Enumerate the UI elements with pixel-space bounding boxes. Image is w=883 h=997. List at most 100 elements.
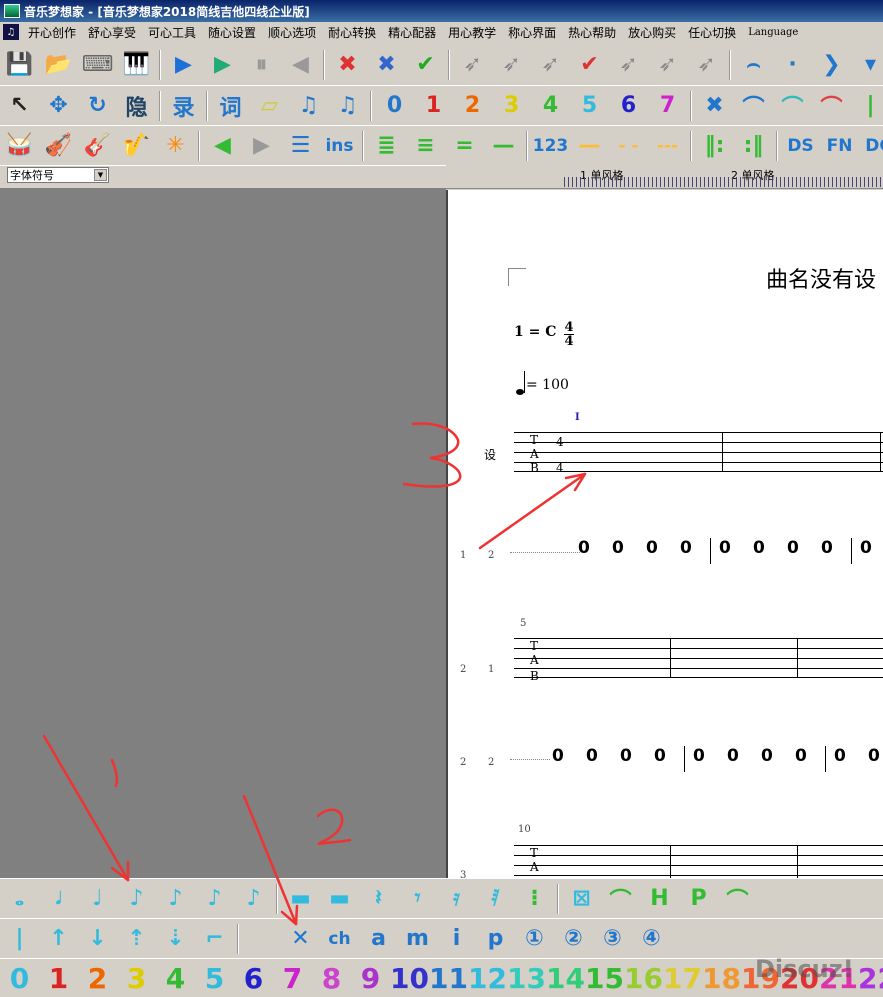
pause-icon[interactable]: ⏸ — [242, 46, 281, 84]
num-0-icon[interactable]: 0 — [375, 87, 414, 125]
num-3-icon[interactable]: 3 — [492, 87, 531, 125]
bar-line-icon[interactable]: | — [0, 920, 39, 958]
record-icon[interactable]: 录 — [164, 87, 203, 125]
menu-item-12[interactable]: Language — [742, 27, 804, 38]
string-3-icon[interactable]: ③ — [593, 920, 632, 958]
numbered-note[interactable]: 0 — [719, 538, 753, 564]
violin-icon[interactable]: 🎻 — [39, 127, 78, 165]
menu-item-8[interactable]: 称心界面 — [502, 24, 562, 41]
num-2-icon[interactable]: 2 — [453, 87, 492, 125]
numbered-note[interactable]: 0 — [787, 538, 821, 564]
fret-17-icon[interactable]: 17 — [663, 962, 702, 995]
sax-icon[interactable]: 🎷 — [117, 127, 156, 165]
num-1-icon[interactable]: 1 — [414, 87, 453, 125]
fret-3-icon[interactable]: 3 — [117, 962, 156, 995]
arc-icon[interactable]: ⌒ — [812, 87, 851, 125]
numbered-note[interactable]: 0 — [761, 746, 795, 772]
arrow-signal-4-icon[interactable]: ➶ — [609, 46, 648, 84]
ds-icon[interactable]: DS — [781, 127, 820, 165]
hide-icon[interactable]: 隐 — [117, 87, 156, 125]
fret-12-icon[interactable]: 12 — [468, 962, 507, 995]
menu-item-3[interactable]: 随心设置 — [202, 24, 262, 41]
thirty-second-rest-icon[interactable]: 𝅀 — [476, 880, 515, 918]
four-lines-icon[interactable]: ≣ — [367, 127, 406, 165]
beamed-notes-icon[interactable]: ♫ — [289, 87, 328, 125]
tab-staff-2[interactable] — [514, 638, 883, 678]
numbered-note[interactable]: 0 — [612, 538, 646, 564]
fret-5-icon[interactable]: 5 — [195, 962, 234, 995]
down-stroke-icon[interactable]: ↓ — [78, 920, 117, 958]
fret-14-icon[interactable]: 14 — [546, 962, 585, 995]
fret-2-icon[interactable]: 2 — [78, 962, 117, 995]
next-icon[interactable]: ❯ — [812, 46, 851, 84]
menu-item-2[interactable]: 可心工具 — [142, 24, 202, 41]
fret-7-icon[interactable]: 7 — [273, 962, 312, 995]
fret-1-icon[interactable]: 1 — [39, 962, 78, 995]
a-finger-icon[interactable]: a — [359, 920, 398, 958]
rewind-icon[interactable]: ◀ — [281, 46, 320, 84]
menu-item-4[interactable]: 顺心选项 — [262, 24, 322, 41]
numbered-notes-row-1[interactable]: 000000000 — [578, 538, 883, 564]
brush-icon[interactable]: ⌐ — [195, 920, 234, 958]
cross-icon[interactable]: ✖ — [695, 87, 734, 125]
numbered-note[interactable]: 0 — [552, 746, 586, 772]
sixteenth-rest-icon[interactable]: 𝄿 — [437, 880, 476, 918]
piano-icon[interactable]: 🎹 — [117, 46, 156, 84]
fret-13-icon[interactable]: 13 — [507, 962, 546, 995]
arrow-signal-5-icon[interactable]: ➶ — [648, 46, 687, 84]
numbered-note[interactable]: 0 — [834, 746, 868, 772]
numbered-note[interactable]: 0 — [680, 538, 710, 564]
slur-palette-icon[interactable]: ⌒ — [601, 880, 640, 918]
dropdown-icon[interactable]: ▾ — [851, 46, 883, 84]
spacer-icon[interactable] — [242, 920, 281, 958]
repeat-end-icon[interactable]: :‖ — [734, 127, 773, 165]
two-lines-icon[interactable]: = — [445, 127, 484, 165]
fret-18-icon[interactable]: 18 — [702, 962, 741, 995]
grace-dots-icon[interactable]: ⁝ — [515, 880, 554, 918]
num-4-icon[interactable]: 4 — [531, 87, 570, 125]
left-arrow-icon[interactable]: ◀ — [203, 127, 242, 165]
measure-box-icon[interactable]: ⊠ — [562, 880, 601, 918]
numbered-note[interactable]: 0 — [620, 746, 654, 772]
font-symbol-select[interactable]: 字体符号 ▼ — [7, 167, 109, 183]
arpeggio-up-icon[interactable]: ⇡ — [117, 920, 156, 958]
p-finger-icon[interactable]: p — [476, 920, 515, 958]
numbered-note[interactable]: 0 — [753, 538, 787, 564]
loop-icon[interactable]: ⌢ — [734, 46, 773, 84]
check-icon[interactable]: ✔ — [406, 46, 445, 84]
tab-staff-1[interactable] — [514, 432, 883, 472]
quarter-note-icon[interactable]: ♩ — [78, 880, 117, 918]
delete-red-icon[interactable]: ✖ — [328, 46, 367, 84]
fret-8-icon[interactable]: 8 — [312, 962, 351, 995]
arrow-signal-3-icon[interactable]: ➶ — [531, 46, 570, 84]
right-arrow-icon[interactable]: ▶ — [242, 127, 281, 165]
open-folder-icon[interactable]: 📂 — [39, 46, 78, 84]
string-2-icon[interactable]: ② — [554, 920, 593, 958]
menu-item-6[interactable]: 精心配器 — [382, 24, 442, 41]
lyrics-icon[interactable]: 词 — [211, 87, 250, 125]
keyboard-icon[interactable]: ⌨ — [78, 46, 117, 84]
slide-icon[interactable]: ⌒ — [718, 880, 757, 918]
arrow-signal-2-icon[interactable]: ➶ — [492, 46, 531, 84]
menu-item-1[interactable]: 舒心享受 — [82, 24, 142, 41]
menu-item-5[interactable]: 耐心转换 — [322, 24, 382, 41]
pull-off-icon[interactable]: P — [679, 880, 718, 918]
ch-icon[interactable]: ch — [320, 920, 359, 958]
half-rest-icon[interactable]: ▬ — [320, 880, 359, 918]
rotate-icon[interactable]: ↻ — [78, 87, 117, 125]
fn-icon[interactable]: FN — [820, 127, 859, 165]
string-1-icon[interactable]: ① — [515, 920, 554, 958]
dash-3-icon[interactable]: --- — [648, 127, 687, 165]
sixty-fourth-note-icon[interactable]: ♪ — [234, 880, 273, 918]
save-icon[interactable]: 💾 — [0, 46, 39, 84]
num-6-icon[interactable]: 6 — [609, 87, 648, 125]
numbered-note[interactable]: 0 — [646, 538, 680, 564]
repeat-start-icon[interactable]: ‖: — [695, 127, 734, 165]
eighth-rest-icon[interactable]: 𝄾 — [398, 880, 437, 918]
pointer-icon[interactable]: ↖ — [0, 87, 39, 125]
menu-item-9[interactable]: 热心帮助 — [562, 24, 622, 41]
drum-icon[interactable]: 🥁 — [0, 127, 39, 165]
eighth-note-icon[interactable]: ♪ — [117, 880, 156, 918]
delete-blue-icon[interactable]: ✖ — [367, 46, 406, 84]
dc-icon[interactable]: DC — [859, 127, 883, 165]
